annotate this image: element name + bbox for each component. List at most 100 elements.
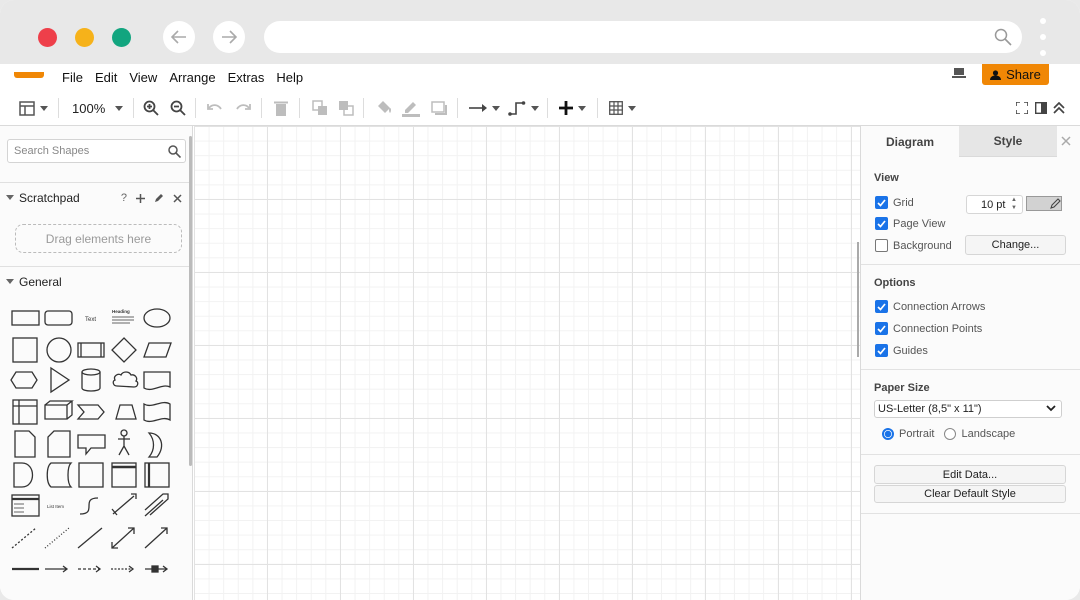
shape-arrow[interactable]	[144, 493, 169, 517]
close-icon[interactable]	[173, 193, 182, 203]
fill-color-button[interactable]	[376, 99, 393, 117]
shape-trapezoid[interactable]	[115, 404, 137, 420]
table-button[interactable]	[609, 99, 636, 117]
shape-hexagon[interactable]	[10, 371, 38, 389]
fullscreen-button[interactable]	[1016, 99, 1028, 117]
shape-dotted-line[interactable]	[44, 527, 70, 549]
grid-size-stepper[interactable]: ▲ ▼	[1011, 196, 1017, 212]
search-shapes-input[interactable]	[7, 139, 186, 163]
shape-connector-label[interactable]	[145, 565, 169, 573]
zoom-select[interactable]: 100%	[72, 99, 124, 117]
toggle-panel-button[interactable]	[1035, 99, 1047, 117]
shape-connector-arrow[interactable]	[45, 565, 69, 573]
scratchpad-dropzone[interactable]: Drag elements here	[15, 224, 182, 253]
shape-curve[interactable]	[79, 497, 99, 515]
line-color-button[interactable]	[402, 99, 420, 117]
shape-directional-connector[interactable]	[144, 527, 168, 549]
shape-ellipse[interactable]	[143, 308, 171, 328]
add-icon[interactable]	[136, 193, 145, 203]
close-panel-icon[interactable]	[1061, 136, 1071, 146]
insert-button[interactable]	[559, 99, 586, 117]
menu-extras[interactable]: Extras	[228, 70, 265, 85]
shape-line[interactable]	[77, 527, 103, 549]
shape-process[interactable]	[77, 342, 105, 358]
shape-document[interactable]	[143, 371, 171, 391]
paper-size-select[interactable]: US-Letter (8,5" x 11")	[874, 400, 1062, 418]
canvas-scrollbar[interactable]	[857, 242, 859, 357]
address-bar[interactable]	[264, 21, 1022, 53]
search-icon[interactable]	[168, 145, 181, 158]
menu-file[interactable]: File	[62, 70, 83, 85]
shape-dashed-line[interactable]	[11, 527, 37, 549]
shape-cylinder[interactable]	[81, 368, 101, 392]
zoom-in-button[interactable]	[143, 99, 159, 117]
kebab-menu-icon[interactable]	[1038, 18, 1048, 56]
shape-rounded-rectangle[interactable]	[44, 310, 73, 326]
window-minimize-button[interactable]	[75, 28, 94, 47]
shape-pool[interactable]	[144, 462, 170, 488]
shape-circle[interactable]	[46, 337, 72, 363]
shape-list-item[interactable]: List Item	[47, 504, 64, 509]
clear-default-style-button[interactable]: Clear Default Style	[874, 485, 1066, 503]
edit-pencil-icon[interactable]	[154, 193, 164, 203]
shape-actor[interactable]	[118, 429, 130, 456]
menu-arrange[interactable]: Arrange	[169, 70, 215, 85]
forward-button[interactable]	[213, 21, 245, 53]
redo-button[interactable]	[235, 99, 251, 117]
shape-square[interactable]	[12, 337, 38, 363]
shape-rectangle[interactable]	[11, 310, 40, 326]
shape-container[interactable]	[78, 462, 104, 488]
shape-callout[interactable]	[77, 434, 106, 456]
edit-pencil-icon[interactable]	[1050, 198, 1061, 209]
shape-or[interactable]	[147, 432, 163, 458]
help-icon[interactable]: ?	[121, 192, 127, 204]
connection-points-checkbox[interactable]	[875, 322, 888, 335]
shape-textbox[interactable]: Heading	[112, 309, 134, 324]
grid-checkbox[interactable]	[875, 196, 888, 209]
shape-swimlane[interactable]	[111, 462, 137, 488]
shape-cloud[interactable]	[112, 371, 139, 388]
shape-triangle[interactable]	[50, 366, 71, 394]
back-button[interactable]	[163, 21, 195, 53]
zoom-out-button[interactable]	[170, 99, 186, 117]
sidebar-scrollbar[interactable]	[189, 136, 192, 466]
page-view-checkbox[interactable]	[875, 217, 888, 230]
shape-step[interactable]	[76, 404, 105, 420]
shape-diamond[interactable]	[111, 337, 137, 363]
change-background-button[interactable]: Change...	[965, 235, 1066, 255]
guides-checkbox[interactable]	[875, 344, 888, 357]
shape-bidirectional-connector[interactable]	[111, 527, 135, 549]
shape-internal-storage[interactable]	[12, 399, 38, 425]
collapse-toolbar-button[interactable]	[1053, 99, 1065, 117]
tab-diagram[interactable]: Diagram	[861, 126, 959, 157]
waypoint-style-button[interactable]	[508, 99, 539, 117]
shape-card[interactable]	[47, 430, 71, 458]
window-close-button[interactable]	[38, 28, 57, 47]
shape-list[interactable]	[11, 494, 40, 517]
landscape-radio[interactable]	[944, 428, 957, 440]
general-header[interactable]: General	[0, 266, 192, 296]
shape-connector-dotted[interactable]	[111, 565, 135, 573]
diagram-canvas[interactable]	[194, 126, 860, 600]
connection-style-button[interactable]	[469, 99, 500, 117]
share-button[interactable]: Share	[982, 64, 1049, 85]
shape-text[interactable]: Text	[85, 317, 96, 323]
shape-note[interactable]	[14, 430, 36, 458]
portrait-radio[interactable]	[882, 428, 894, 440]
format-panel-button[interactable]	[19, 99, 48, 117]
shadow-button[interactable]	[431, 99, 447, 117]
shape-connector-dashed[interactable]	[78, 565, 102, 573]
delete-button[interactable]	[274, 99, 288, 117]
menu-edit[interactable]: Edit	[95, 70, 117, 85]
to-front-button[interactable]	[312, 99, 328, 117]
window-maximize-button[interactable]	[112, 28, 131, 47]
menu-help[interactable]: Help	[276, 70, 303, 85]
shape-delay[interactable]	[13, 462, 34, 488]
menu-view[interactable]: View	[129, 70, 157, 85]
shape-parallelogram[interactable]	[143, 342, 172, 358]
shape-tape[interactable]	[143, 401, 171, 423]
shape-data-storage[interactable]	[46, 462, 73, 488]
background-checkbox[interactable]	[875, 239, 888, 252]
scratchpad-header[interactable]: Scratchpad ?	[0, 182, 192, 212]
tab-style[interactable]: Style	[959, 126, 1057, 157]
